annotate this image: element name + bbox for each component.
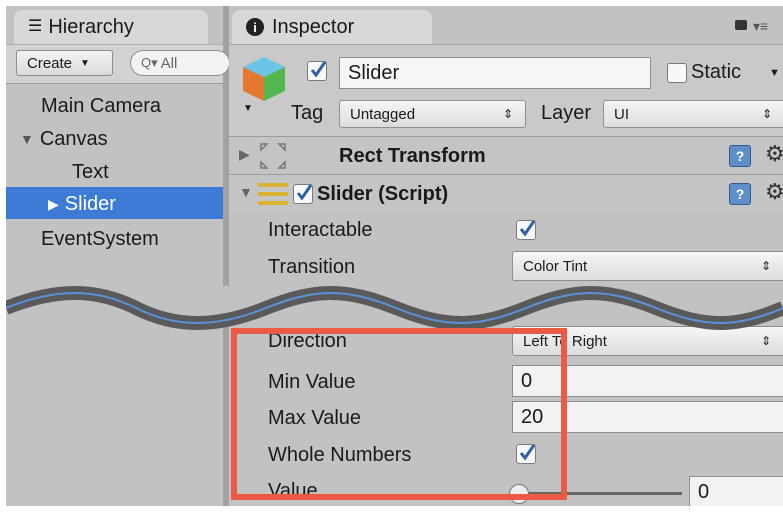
updown-arrow-icon: ⇕ — [760, 334, 771, 348]
layer-dropdown[interactable]: UI ⇕ — [603, 100, 783, 128]
rect-transform-header[interactable]: ▶ Rect Transform ? ⚙ — [229, 136, 783, 175]
object-header: ▼ Slider Static ▼ Tag Untagged ⇕ Layer U… — [229, 44, 783, 137]
hierarchy-item-eventsystem[interactable]: EventSystem — [41, 224, 159, 254]
hierarchy-item-label: Slider — [64, 192, 116, 215]
lock-icon[interactable] — [735, 20, 747, 30]
list-icon: ☰ — [28, 18, 43, 35]
transition-dropdown[interactable]: Color Tint ⇕ — [512, 251, 783, 281]
static-checkbox[interactable] — [667, 63, 687, 83]
transition-label: Transition — [268, 256, 356, 278]
tag-value: Untagged — [350, 105, 416, 123]
object-name-value: Slider — [348, 61, 400, 84]
create-button-label: Create — [27, 54, 73, 72]
updown-arrow-icon: ⇕ — [760, 259, 771, 273]
hierarchy-tab-label: Hierarchy — [48, 15, 134, 38]
hierarchy-item-text[interactable]: Text — [72, 157, 109, 187]
hierarchy-item-slider[interactable]: ▶ Slider — [48, 189, 116, 219]
static-label: Static — [691, 61, 742, 83]
inspector-tab-label: Inspector — [272, 15, 355, 38]
hierarchy-panel: ☰ Hierarchy Create ▼ Q▾ All Main Camera … — [6, 6, 230, 506]
static-dropdown-arrow[interactable]: ▼ — [769, 67, 780, 79]
slider-component-icon — [258, 183, 288, 205]
hierarchy-search-input[interactable]: Q▾ All — [130, 50, 230, 76]
layer-label: Layer — [541, 102, 592, 124]
highlight-box — [231, 328, 567, 500]
slider-script-title: Slider (Script) — [317, 183, 449, 205]
slider-enabled-checkbox[interactable] — [293, 184, 313, 204]
hierarchy-item-label: Text — [72, 160, 109, 183]
updown-arrow-icon: ⇕ — [502, 107, 513, 121]
interactable-label: Interactable — [268, 219, 373, 241]
transition-value: Color Tint — [523, 257, 588, 275]
gameobject-cube-icon — [243, 57, 285, 101]
hierarchy-item-label: Canvas — [39, 127, 108, 150]
updown-arrow-icon: ⇕ — [761, 107, 772, 121]
rect-transform-icon — [260, 143, 286, 169]
tag-dropdown[interactable]: Untagged ⇕ — [339, 100, 526, 128]
panel-menu-icon[interactable]: ▾≡ — [753, 18, 768, 35]
value-input[interactable]: 0 — [689, 476, 783, 506]
unity-editor: ☰ Hierarchy Create ▼ Q▾ All Main Camera … — [6, 6, 783, 506]
active-checkbox[interactable] — [307, 61, 327, 81]
create-button[interactable]: Create ▼ — [16, 50, 113, 76]
interactable-checkbox[interactable] — [516, 220, 536, 240]
value-text: 0 — [698, 480, 710, 503]
gear-icon[interactable]: ⚙ — [765, 179, 783, 205]
collapsed-triangle-icon[interactable]: ▶ — [48, 196, 59, 213]
foldout-arrow-icon[interactable]: ▼ — [239, 184, 253, 200]
slider-script-header[interactable]: ▼ Slider (Script) ? ⚙ — [229, 174, 783, 213]
hierarchy-item-canvas[interactable]: ▼ Canvas — [20, 124, 108, 154]
layer-value: UI — [614, 105, 629, 123]
torn-edge-separator — [6, 286, 783, 330]
search-icon: Q▾ — [141, 55, 158, 70]
icon-dropdown-arrow[interactable]: ▼ — [243, 103, 253, 114]
search-placeholder: All — [160, 54, 178, 72]
hierarchy-item-label: Main Camera — [41, 94, 162, 117]
expand-triangle-icon[interactable]: ▼ — [20, 131, 34, 147]
foldout-arrow-icon[interactable]: ▶ — [239, 146, 250, 163]
gear-icon[interactable]: ⚙ — [765, 141, 783, 167]
hierarchy-item-label: EventSystem — [41, 227, 159, 250]
hierarchy-item-main-camera[interactable]: Main Camera — [41, 91, 161, 121]
rect-transform-title: Rect Transform — [339, 145, 486, 167]
inspector-tab[interactable]: i Inspector — [232, 10, 432, 44]
help-icon[interactable]: ? — [729, 183, 751, 205]
hierarchy-tab[interactable]: ☰ Hierarchy — [14, 10, 208, 44]
hierarchy-toolbar: Create ▼ Q▾ All — [6, 44, 230, 84]
help-icon[interactable]: ? — [729, 145, 751, 167]
object-name-input[interactable]: Slider — [339, 57, 651, 89]
info-icon: i — [246, 18, 264, 36]
dropdown-arrow-icon: ▼ — [80, 57, 90, 69]
tag-label: Tag — [291, 102, 324, 124]
